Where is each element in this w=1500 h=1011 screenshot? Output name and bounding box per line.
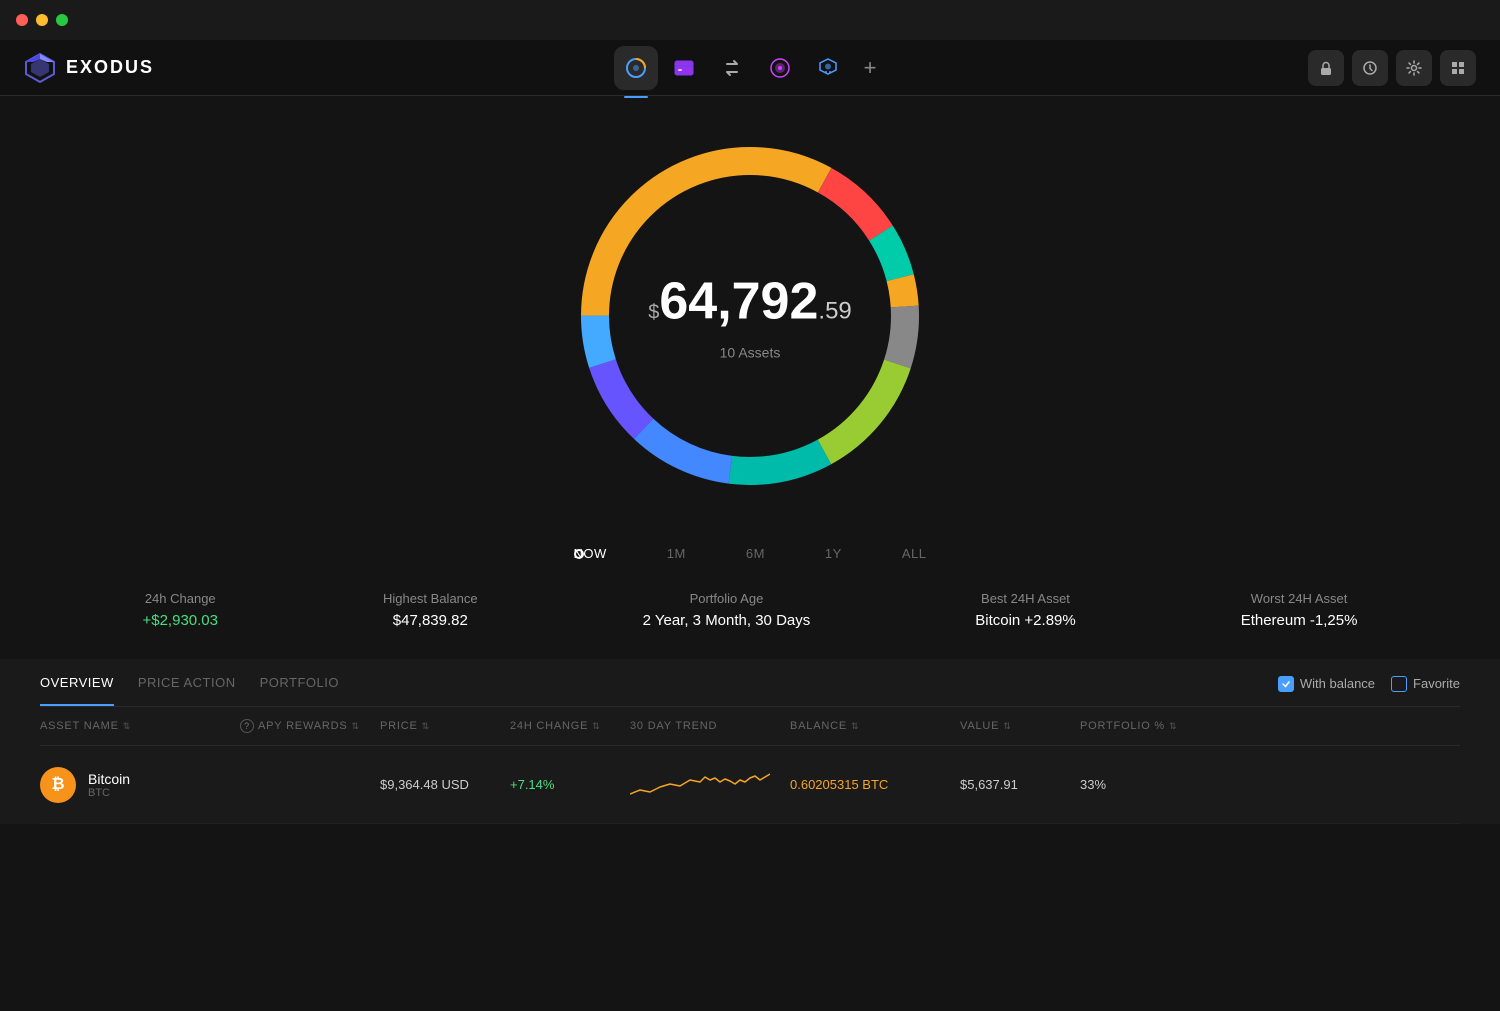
th-value[interactable]: VALUE ⇅ bbox=[960, 720, 1080, 732]
table-tabs: OVERVIEW PRICE ACTION PORTFOLIO With bal… bbox=[40, 659, 1460, 707]
stat-highest-balance-label: Highest Balance bbox=[383, 591, 478, 606]
bitcoin-change: +7.14% bbox=[510, 777, 630, 792]
stat-24h-change: 24h Change +$2,930.03 bbox=[142, 591, 218, 629]
stat-portfolio-age-label: Portfolio Age bbox=[643, 591, 811, 606]
sort-change-icon: ⇅ bbox=[592, 721, 600, 732]
sort-apy-icon: ⇅ bbox=[352, 721, 360, 732]
tab-assets[interactable] bbox=[662, 46, 706, 90]
tab-web3[interactable] bbox=[806, 46, 850, 90]
filter-favorite[interactable]: Favorite bbox=[1391, 676, 1460, 692]
history-button[interactable] bbox=[1352, 50, 1388, 86]
portfolio-decimal-amount: .59 bbox=[818, 286, 851, 338]
checkmark-icon bbox=[1281, 679, 1291, 689]
time-option-6m[interactable]: 6M bbox=[746, 546, 765, 561]
stat-highest-balance-value: $47,839.82 bbox=[383, 612, 478, 629]
close-button[interactable] bbox=[16, 14, 28, 26]
time-option-1y[interactable]: 1Y bbox=[825, 546, 842, 561]
bitcoin-price: $9,364.48 USD bbox=[380, 777, 510, 792]
tab-exchange[interactable] bbox=[710, 46, 754, 90]
sort-portfolio-icon: ⇅ bbox=[1169, 721, 1177, 732]
sort-balance-icon: ⇅ bbox=[851, 721, 859, 732]
time-option-all[interactable]: ALL bbox=[902, 546, 927, 561]
add-tab-button[interactable]: + bbox=[854, 52, 886, 84]
th-balance[interactable]: BALANCE ⇅ bbox=[790, 720, 960, 732]
table-section: OVERVIEW PRICE ACTION PORTFOLIO With bal… bbox=[0, 659, 1500, 824]
stat-best-asset: Best 24H Asset Bitcoin +2.89% bbox=[975, 591, 1075, 629]
table-row[interactable]: ₿ Bitcoin BTC $9,364.48 USD +7.14% 0.60 bbox=[40, 746, 1460, 824]
tab-apps[interactable] bbox=[758, 46, 802, 90]
grid-button[interactable] bbox=[1440, 50, 1476, 86]
nav-tabs: + bbox=[614, 46, 886, 90]
th-portfolio-pct[interactable]: PORTFOLIO % ⇅ bbox=[1080, 720, 1180, 732]
bitcoin-icon: ₿ bbox=[40, 767, 76, 803]
apy-question-icon[interactable]: ? bbox=[240, 719, 254, 733]
bitcoin-symbol: BTC bbox=[88, 787, 130, 799]
main-content: $ 64,792 .59 10 Assets NOW 1M 6M 1Y ALL … bbox=[0, 96, 1500, 1011]
time-now-dot bbox=[574, 549, 584, 559]
header-actions bbox=[1308, 50, 1476, 86]
maximize-button[interactable] bbox=[56, 14, 68, 26]
lock-button[interactable] bbox=[1308, 50, 1344, 86]
minimize-button[interactable] bbox=[36, 14, 48, 26]
tab-price-action[interactable]: PRICE ACTION bbox=[138, 675, 236, 706]
tab-portfolio[interactable]: PORTFOLIO bbox=[260, 675, 339, 706]
stat-worst-asset-value: Ethereum -1,25% bbox=[1241, 612, 1358, 629]
filter-favorite-label: Favorite bbox=[1413, 676, 1460, 691]
tab-portfolio[interactable] bbox=[614, 46, 658, 90]
sort-price-icon: ⇅ bbox=[422, 721, 430, 732]
exodus-logo-icon bbox=[24, 52, 56, 84]
bitcoin-trend-chart bbox=[630, 762, 790, 807]
stat-best-asset-label: Best 24H Asset bbox=[975, 591, 1075, 606]
asset-table: ASSET NAME ⇅ ? APY REWARDS ⇅ PRICE ⇅ 24H… bbox=[40, 707, 1460, 824]
filter-with-balance-checkbox[interactable] bbox=[1278, 676, 1294, 692]
stat-highest-balance: Highest Balance $47,839.82 bbox=[383, 591, 478, 629]
header: EXODUS bbox=[0, 40, 1500, 96]
donut-chart-container: $ 64,792 .59 10 Assets bbox=[550, 116, 950, 516]
stat-portfolio-age-value: 2 Year, 3 Month, 30 Days bbox=[643, 612, 811, 629]
time-selector: NOW 1M 6M 1Y ALL bbox=[574, 536, 927, 571]
logo-text: EXODUS bbox=[66, 57, 154, 78]
time-now[interactable]: NOW bbox=[574, 546, 607, 561]
stat-best-asset-value: Bitcoin +2.89% bbox=[975, 612, 1075, 629]
mini-trend-svg bbox=[630, 762, 770, 802]
portfolio-asset-count: 10 Assets bbox=[648, 345, 852, 361]
bitcoin-portfolio-pct: 33% bbox=[1080, 777, 1180, 792]
stat-24h-change-label: 24h Change bbox=[142, 591, 218, 606]
asset-name-symbol: Bitcoin BTC bbox=[88, 771, 130, 799]
th-apy-rewards[interactable]: ? APY REWARDS ⇅ bbox=[240, 719, 380, 733]
filter-with-balance-label: With balance bbox=[1300, 676, 1375, 691]
stat-worst-asset-label: Worst 24H Asset bbox=[1241, 591, 1358, 606]
stat-portfolio-age: Portfolio Age 2 Year, 3 Month, 30 Days bbox=[643, 591, 811, 629]
th-24h-change[interactable]: 24H CHANGE ⇅ bbox=[510, 720, 630, 732]
tab-overview[interactable]: OVERVIEW bbox=[40, 675, 114, 706]
sort-value-icon: ⇅ bbox=[1003, 721, 1011, 732]
asset-info-bitcoin: ₿ Bitcoin BTC bbox=[40, 767, 240, 803]
title-bar bbox=[0, 0, 1500, 40]
settings-button[interactable] bbox=[1396, 50, 1432, 86]
th-asset-name[interactable]: ASSET NAME ⇅ bbox=[40, 720, 240, 732]
stats-bar: 24h Change +$2,930.03 Highest Balance $4… bbox=[0, 571, 1500, 649]
filter-with-balance[interactable]: With balance bbox=[1278, 676, 1375, 692]
table-header: ASSET NAME ⇅ ? APY REWARDS ⇅ PRICE ⇅ 24H… bbox=[40, 707, 1460, 746]
bitcoin-balance: 0.60205315 BTC bbox=[790, 777, 960, 792]
currency-symbol: $ bbox=[648, 287, 659, 339]
table-filters: With balance Favorite bbox=[1278, 676, 1460, 706]
bitcoin-value: $5,637.91 bbox=[960, 777, 1080, 792]
sort-asset-icon: ⇅ bbox=[123, 721, 131, 732]
portfolio-section: $ 64,792 .59 10 Assets NOW 1M 6M 1Y ALL … bbox=[0, 96, 1500, 659]
filter-favorite-checkbox[interactable] bbox=[1391, 676, 1407, 692]
logo[interactable]: EXODUS bbox=[24, 52, 154, 84]
stat-worst-asset: Worst 24H Asset Ethereum -1,25% bbox=[1241, 591, 1358, 629]
th-30day-trend: 30 DAY TREND bbox=[630, 720, 790, 732]
portfolio-main-amount: 64,792 bbox=[659, 272, 818, 332]
th-price[interactable]: PRICE ⇅ bbox=[380, 720, 510, 732]
time-option-1m[interactable]: 1M bbox=[667, 546, 686, 561]
bitcoin-name: Bitcoin bbox=[88, 771, 130, 787]
portfolio-total: $ 64,792 .59 10 Assets bbox=[648, 272, 852, 361]
stat-24h-change-value: +$2,930.03 bbox=[142, 612, 218, 629]
